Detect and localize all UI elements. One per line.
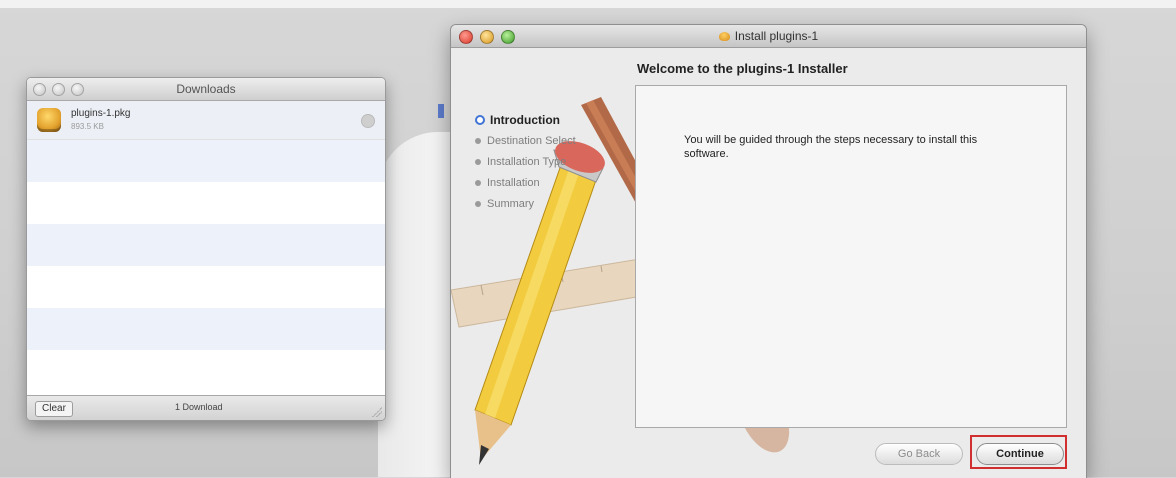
list-row — [27, 140, 385, 182]
reveal-in-finder-icon[interactable] — [361, 114, 375, 128]
downloads-titlebar[interactable]: Downloads — [27, 78, 385, 101]
installer-content-pane: You will be guided through the steps nec… — [635, 85, 1067, 428]
step-destination-select: Destination Select — [475, 130, 576, 151]
list-row — [27, 266, 385, 308]
download-size: 893.5 KB — [71, 122, 104, 131]
downloads-footer: Clear 1 Download — [27, 395, 385, 420]
step-label: Summary — [487, 197, 535, 210]
step-bullet-icon — [475, 200, 481, 207]
download-count: 1 Download — [175, 402, 223, 412]
download-item[interactable]: plugins-1.pkg 893.5 KB — [27, 101, 385, 140]
package-icon — [37, 108, 61, 132]
go-back-button[interactable]: Go Back — [875, 443, 963, 465]
background-window-edge — [378, 132, 458, 477]
step-bullet-icon — [475, 158, 481, 165]
resize-grip-icon[interactable] — [372, 407, 382, 417]
list-row — [27, 350, 385, 392]
installer-heading: Welcome to the plugins-1 Installer — [637, 61, 848, 76]
step-bullet-icon — [475, 179, 481, 186]
step-label: Installation — [487, 176, 540, 189]
active-step-icon — [475, 114, 485, 125]
step-bullet-icon — [475, 137, 481, 144]
step-installation-type: Installation Type — [475, 151, 576, 172]
installer-window: Install plugins-1 Welcome to the plugins… — [450, 24, 1087, 478]
step-introduction: Introduction — [475, 109, 576, 130]
step-label: Destination Select — [487, 134, 576, 147]
continue-highlight — [970, 435, 1067, 469]
list-row — [27, 308, 385, 350]
download-filename: plugins-1.pkg — [71, 108, 131, 119]
step-label: Introduction — [490, 112, 560, 127]
step-label: Installation Type — [487, 155, 567, 168]
list-row — [27, 224, 385, 266]
installer-title: Install plugins-1 — [451, 29, 1086, 43]
list-row — [27, 182, 385, 224]
package-icon — [718, 32, 730, 42]
installer-titlebar[interactable]: Install plugins-1 — [451, 25, 1086, 48]
downloads-window: Downloads plugins-1.pkg 893.5 KB Clear 1… — [26, 77, 386, 421]
installer-title-text: Install plugins-1 — [734, 29, 819, 43]
installer-steps: Introduction Destination Select Installa… — [475, 109, 576, 214]
downloads-title: Downloads — [176, 82, 236, 96]
installer-body-text: You will be guided through the steps nec… — [684, 134, 978, 160]
step-summary: Summary — [475, 193, 576, 214]
background-tab-mark — [438, 104, 444, 118]
step-installation: Installation — [475, 172, 576, 193]
clear-button[interactable]: Clear — [35, 401, 73, 417]
desktop-top-bar — [0, 0, 1176, 8]
